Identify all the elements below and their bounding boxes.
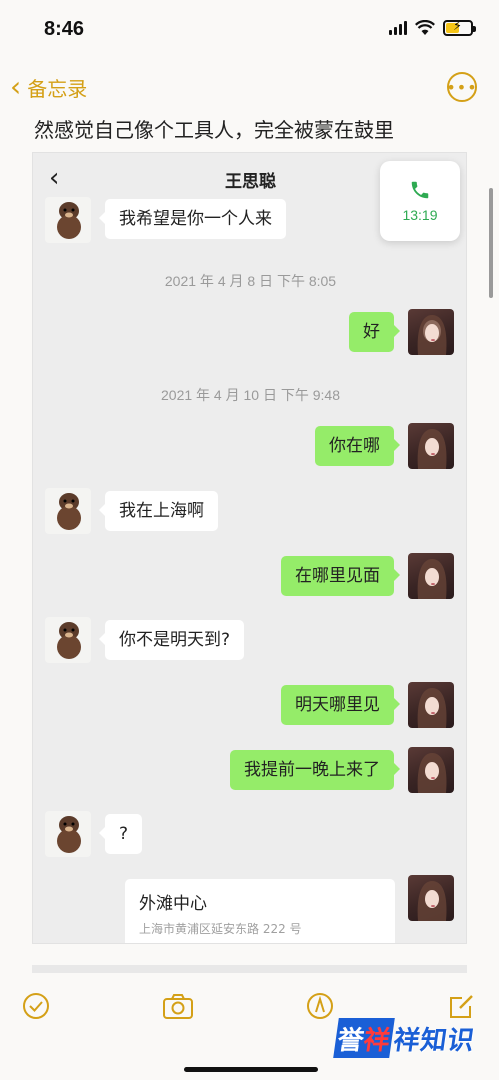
- camera-icon: [163, 994, 193, 1019]
- home-indicator[interactable]: [184, 1067, 318, 1072]
- message-bubble-incoming: 我希望是你一个人来: [99, 199, 286, 239]
- more-icon[interactable]: •••: [446, 72, 477, 102]
- avatar: [408, 682, 454, 728]
- scrollbar[interactable]: [489, 188, 493, 298]
- message-bubble-outgoing: 在哪里见面: [281, 556, 400, 596]
- call-floating-window: 13:19: [380, 161, 460, 241]
- avatar: [45, 488, 91, 534]
- message-bubble-outgoing: 你在哪: [315, 426, 400, 466]
- next-image-edge: [32, 965, 467, 973]
- watermark-char-2: 祥: [361, 1025, 392, 1056]
- phone-icon: [411, 181, 429, 199]
- avatar: [408, 309, 454, 355]
- check-circle-icon: [23, 993, 49, 1019]
- wifi-icon: [415, 20, 435, 35]
- camera-button[interactable]: [162, 990, 194, 1022]
- message-timestamp: 2021 年 4 月 10 日 下午 9:48: [161, 387, 340, 403]
- pen-icon: [307, 993, 333, 1019]
- message-bubble-incoming: 你不是明天到?: [98, 620, 245, 660]
- status-bar: 8:46 ⚡: [0, 0, 499, 62]
- message-bubble-outgoing: 我提前一晚上来了: [230, 750, 400, 790]
- location-address: 上海市黄浦区延安东路 222 号: [139, 922, 302, 936]
- message-bubble-incoming: ?: [98, 814, 143, 854]
- watermark-logo: 誉祥 祥知识: [333, 1016, 488, 1060]
- watermark-badge: 誉祥: [333, 1018, 395, 1058]
- location-card: 外滩中心 上海市黄浦区延安东路 222 号: [125, 879, 395, 943]
- battery-icon: ⚡: [443, 19, 476, 36]
- back-label: 备忘录: [27, 76, 88, 101]
- avatar: [408, 747, 454, 793]
- status-time: 8:46: [44, 18, 85, 40]
- call-duration: 13:19: [402, 207, 438, 223]
- status-icons: ⚡: [389, 19, 476, 36]
- back-to-notes-button[interactable]: ‹ 备忘录: [10, 72, 87, 102]
- avatar: [45, 617, 91, 663]
- message-timestamp: 2021 年 4 月 8 日 下午 8:05: [164, 273, 337, 289]
- checklist-button[interactable]: [20, 990, 52, 1022]
- notes-nav-bar: ‹ 备忘录 •••: [0, 70, 499, 110]
- signal-icon: [389, 21, 407, 35]
- location-title: 外滩中心: [139, 894, 207, 914]
- message-bubble-incoming: 我在上海啊: [99, 491, 218, 531]
- watermark-text: 祥知识: [391, 1025, 477, 1056]
- message-bubble-outgoing: 好: [349, 312, 400, 352]
- avatar: [45, 811, 91, 857]
- avatar: [408, 423, 454, 469]
- note-text-line[interactable]: 然感觉自己像个工具人，完全被蒙在鼓里: [34, 114, 394, 143]
- markup-button[interactable]: [304, 990, 336, 1022]
- avatar: [45, 197, 91, 243]
- message-bubble-outgoing: 明天哪里见: [281, 685, 400, 725]
- chevron-left-icon: ‹: [10, 70, 22, 103]
- avatar: [408, 553, 454, 599]
- avatar: [408, 875, 454, 921]
- chat-screenshot-image: ‹ 王思聪 13:19 我希望是你一个人来 2021 年 4 月 8 日 下午 …: [32, 152, 467, 944]
